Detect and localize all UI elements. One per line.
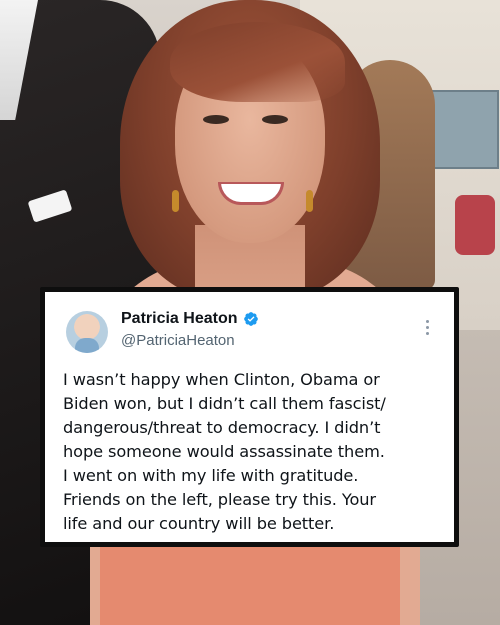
tweet-header: Patricia Heaton @PatriciaHeaton [63,308,436,358]
tweet-line: life and our country will be better. [63,514,335,533]
tweet-line: I went on with my life with gratitude. [63,466,359,485]
tweet-text: I wasn’t happy when Clinton, Obama or Bi… [63,368,436,536]
left-earring [172,190,179,212]
verified-badge-icon [244,312,259,326]
coral-dress [100,540,400,625]
author-row: Patricia Heaton [121,310,259,328]
right-earring [306,190,313,212]
tweet-line: I wasn’t happy when Clinton, Obama or [63,370,380,389]
tweet-line: Biden won, but I didn’t call them fascis… [63,394,386,413]
background-screen [430,90,499,169]
hair-bangs [170,22,345,102]
author-handle[interactable]: @PatriciaHeaton [121,332,235,349]
background-figure [455,195,495,255]
tweet-card: Patricia Heaton @PatriciaHeaton I wasn’t… [40,287,459,547]
right-eye [262,115,288,124]
tweet-line: Friends on the left, please try this. Yo… [63,490,376,509]
left-eye [203,115,229,124]
avatar[interactable] [66,311,108,353]
more-options-icon[interactable] [426,320,430,336]
author-name[interactable]: Patricia Heaton [121,310,237,328]
tweet-line: hope someone would assassinate them. [63,442,385,461]
tweet-line: dangerous/threat to democracy. I didn’t [63,418,381,437]
